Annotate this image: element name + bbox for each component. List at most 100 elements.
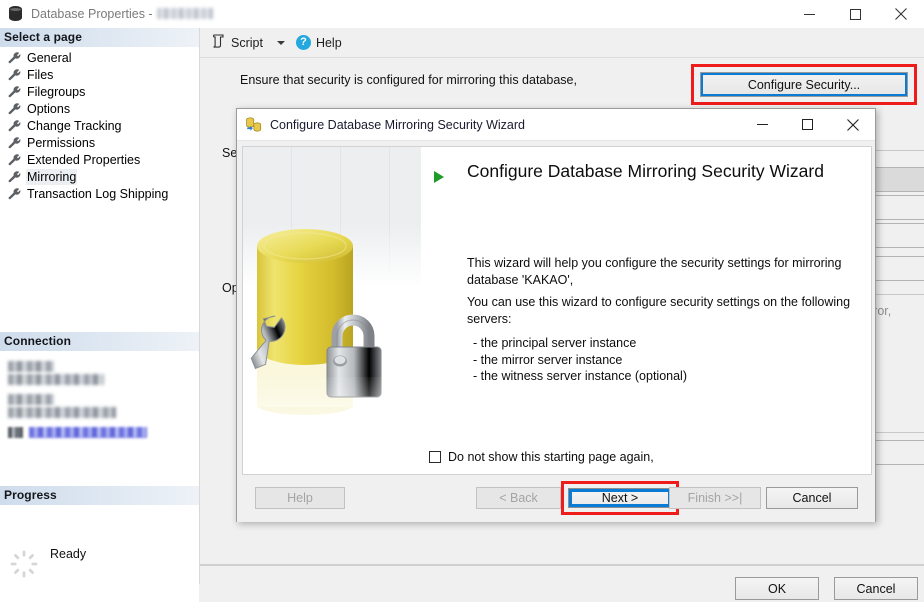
wrench-icon <box>8 51 22 64</box>
wrench-icon <box>8 153 22 166</box>
ok-button[interactable]: OK <box>735 577 819 600</box>
wizard-next-annotation: Next > <box>561 481 679 515</box>
do-not-show-again-checkbox[interactable] <box>429 451 441 463</box>
chevron-down-icon[interactable] <box>276 40 285 45</box>
wizard-finish-button[interactable]: Finish >>| <box>669 487 761 509</box>
sidebar-item-mirroring[interactable]: Mirroring <box>0 168 199 185</box>
background-field-1[interactable] <box>872 167 924 192</box>
green-arrow-icon <box>434 171 444 183</box>
bottom-divider <box>200 565 924 566</box>
page-list: General Files Filegroups Options Change … <box>0 47 199 202</box>
help-icon: ? <box>295 35 311 50</box>
background-field-5[interactable] <box>872 440 924 465</box>
background-field-3[interactable] <box>872 223 924 248</box>
wizard-close-button[interactable] <box>830 109 875 140</box>
sidebar-item-label: Extended Properties <box>27 152 141 167</box>
progress-status-text: Ready <box>50 547 87 561</box>
progress-spinner-icon <box>10 550 38 578</box>
wizard-next-button[interactable]: Next > <box>568 488 672 508</box>
connection-label-redacted <box>8 394 54 405</box>
sidebar: Select a page General Files Filegroups O… <box>0 28 200 602</box>
select-a-page-header: Select a page <box>0 28 199 47</box>
sidebar-item-files[interactable]: Files <box>0 66 199 83</box>
wizard-cancel-button[interactable]: Cancel <box>766 487 858 509</box>
properties-icon <box>8 427 23 438</box>
minimize-button[interactable] <box>786 0 832 28</box>
connection-header: Connection <box>0 332 199 351</box>
server-value-redacted <box>8 374 104 385</box>
sidebar-item-label: Mirroring <box>27 169 77 184</box>
window-controls <box>786 0 924 28</box>
sidebar-item-label: Permissions <box>27 135 96 150</box>
sidebar-item-extended-properties[interactable]: Extended Properties <box>0 151 199 168</box>
wizard-maximize-button[interactable] <box>785 109 830 140</box>
background-partial-text: rror, <box>869 304 892 318</box>
wizard-paragraph-2: You can use this wizard to configure sec… <box>467 295 851 326</box>
wizard-title: Configure Database Mirroring Security Wi… <box>270 117 525 132</box>
mirroring-wizard-dialog: Configure Database Mirroring Security Wi… <box>236 108 876 522</box>
sidebar-item-options[interactable]: Options <box>0 100 199 117</box>
connection-value-redacted <box>8 407 116 418</box>
do-not-show-again-label: Do not show this starting page again, <box>448 450 654 464</box>
wizard-content: Configure Database Mirroring Security Wi… <box>421 147 871 474</box>
configure-security-annotation: Configure Security... <box>691 64 917 105</box>
main-titlebar: Database Properties - <box>0 0 924 28</box>
connection-panel <box>0 351 199 486</box>
wizard-artwork <box>243 147 421 474</box>
sidebar-item-general[interactable]: General <box>0 49 199 66</box>
window-title-text: Database Properties <box>31 7 145 21</box>
redacted-database-name <box>156 8 213 19</box>
window-title: Database Properties - <box>31 7 213 21</box>
do-not-show-again-row[interactable]: Do not show this starting page again, <box>429 450 654 464</box>
bottom-button-bar: OK Cancel <box>200 564 924 602</box>
help-label: Help <box>315 35 342 50</box>
sidebar-item-change-tracking[interactable]: Change Tracking <box>0 117 199 134</box>
app-root: Database Properties - Select a page Gene… <box>0 0 924 602</box>
wizard-window-controls <box>740 109 875 140</box>
wizard-server-list: - the principal server instance - the mi… <box>473 336 687 384</box>
view-connection-properties-row[interactable] <box>8 427 199 438</box>
wrench-icon <box>8 68 22 81</box>
wizard-paragraph-1: This wizard will help you configure the … <box>467 256 842 287</box>
wizard-footer: Help < Back Next > Finish >>| Cancel <box>237 477 875 522</box>
progress-header: Progress <box>0 486 199 505</box>
sidebar-item-filegroups[interactable]: Filegroups <box>0 83 199 100</box>
wrench-icon <box>8 136 22 149</box>
configure-security-button[interactable]: Configure Security... <box>700 72 908 97</box>
sidebar-item-transaction-log-shipping[interactable]: Transaction Log Shipping <box>0 185 199 202</box>
wrench-icon <box>8 85 22 98</box>
wizard-body: Configure Database Mirroring Security Wi… <box>242 146 872 475</box>
maximize-button[interactable] <box>832 0 878 28</box>
sidebar-item-label: General <box>27 50 72 65</box>
sidebar-item-permissions[interactable]: Permissions <box>0 134 199 151</box>
wizard-back-button[interactable]: < Back <box>476 487 561 509</box>
database-wrench-padlock-illustration <box>243 229 421 474</box>
background-field-4[interactable] <box>872 256 924 281</box>
mirroring-wizard-icon <box>245 116 262 133</box>
cancel-button[interactable]: Cancel <box>834 577 918 600</box>
wizard-titlebar: Configure Database Mirroring Security Wi… <box>237 109 875 141</box>
background-field-2[interactable] <box>872 195 924 220</box>
sidebar-item-label: Filegroups <box>27 84 86 99</box>
wrench-icon <box>8 102 22 115</box>
close-button[interactable] <box>878 0 924 28</box>
view-connection-properties-link[interactable] <box>29 427 147 438</box>
wrench-icon <box>8 119 22 132</box>
sidebar-item-label: Transaction Log Shipping <box>27 186 169 201</box>
script-button[interactable]: Script <box>208 32 266 53</box>
progress-panel: Ready <box>0 505 199 602</box>
wizard-help-button[interactable]: Help <box>255 487 345 509</box>
wizard-minimize-button[interactable] <box>740 109 785 140</box>
wrench-icon <box>8 170 22 183</box>
sidebar-item-label: Options <box>27 101 71 116</box>
ensure-security-text: Ensure that security is configured for m… <box>240 73 577 87</box>
script-label: Script <box>231 35 263 50</box>
wizard-heading: Configure Database Mirroring Security Wi… <box>467 161 824 181</box>
sidebar-item-label: Files <box>27 67 54 82</box>
script-icon <box>211 34 226 51</box>
content-toolbar: Script ? Help <box>200 28 924 58</box>
wrench-icon <box>8 187 22 200</box>
help-button[interactable]: ? Help <box>293 33 345 52</box>
server-label-redacted <box>8 361 54 372</box>
security-section-label: Se <box>222 146 238 160</box>
